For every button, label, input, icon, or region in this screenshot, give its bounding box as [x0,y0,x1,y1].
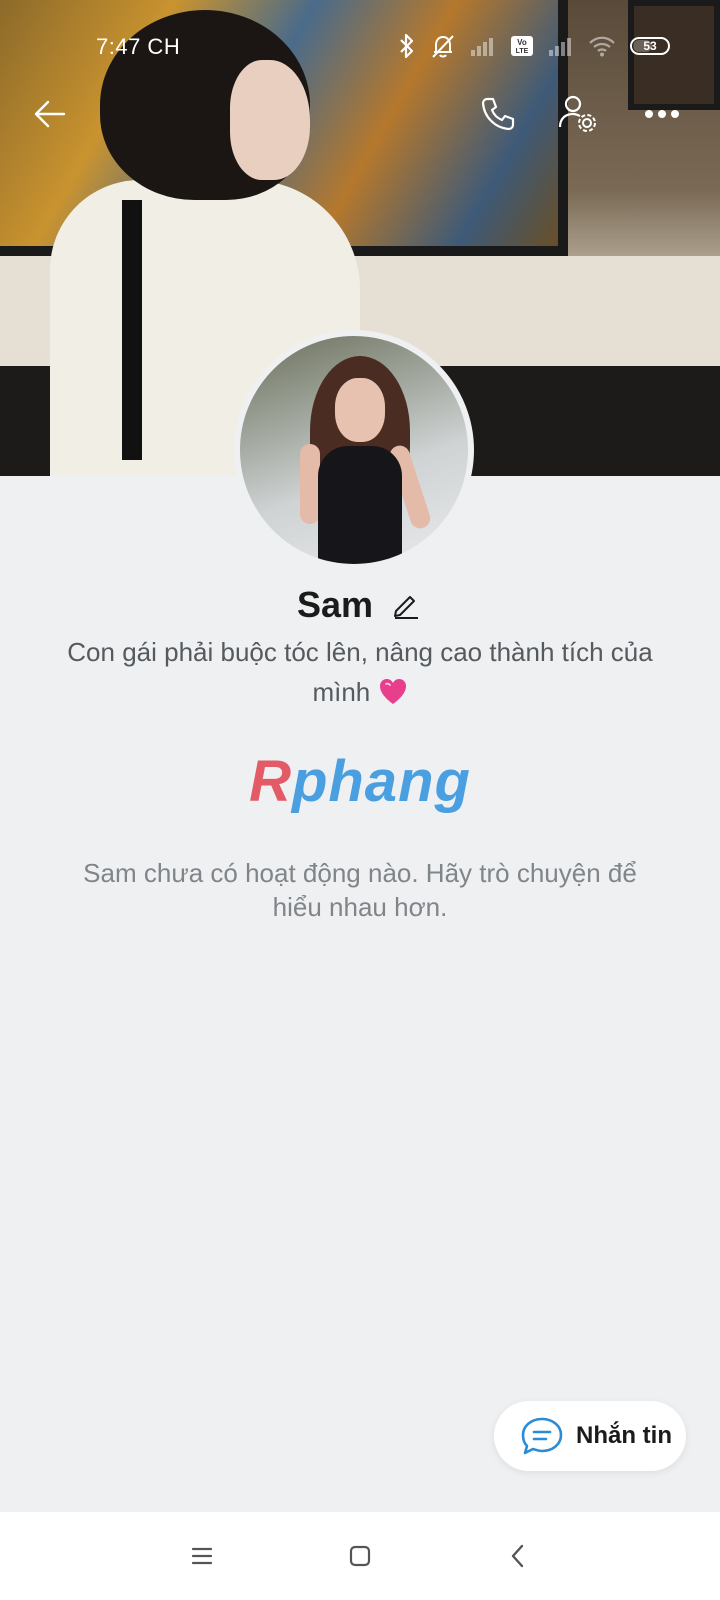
message-button[interactable]: Nhắn tin [494,1401,686,1471]
back-chevron-icon [511,1544,524,1568]
profile-settings-button[interactable] [550,86,606,142]
menu-icon [191,1547,213,1565]
system-back-button[interactable] [490,1532,546,1580]
message-button-label: Nhắn tin [576,1422,672,1449]
profile-top-bar [0,86,720,142]
profile-bio-text: Con gái phải buộc tóc lên, nâng cao thàn… [67,637,653,707]
pencil-icon [394,596,419,619]
watermark-rest: phang [291,749,471,814]
call-button[interactable] [470,86,526,142]
battery-level: 53 [643,39,657,53]
svg-text:Vo: Vo [517,38,527,47]
wifi-icon [588,35,616,57]
avatar-arm-left [300,444,320,524]
chat-bubble-icon [521,1417,563,1455]
empty-activity-message: Sam chưa có hoạt động nào. Hãy trò chuyệ… [83,858,637,922]
status-icons: Vo LTE 53 [398,32,670,60]
status-time: 7:47 CH [96,34,181,59]
status-bar: 7:47 CH Vo LTE 53 [0,0,720,90]
watermark-first-letter: R [249,749,292,814]
avatar[interactable] [234,330,474,570]
profile-bio: Con gái phải buộc tóc lên, nâng cao thàn… [50,632,670,712]
arrow-left-icon [34,100,66,128]
recent-apps-button[interactable] [174,1532,230,1580]
bell-off-icon [430,33,456,59]
signal-icon [470,36,496,56]
phone-icon [481,97,515,131]
system-nav-bar [0,1512,720,1600]
watermark-logo: Rphang [0,748,720,815]
more-icon [645,110,679,118]
heart-emoji-icon [379,679,406,704]
more-button[interactable] [634,86,690,142]
cover-bag-strap [122,200,142,460]
bluetooth-icon [398,33,416,59]
avatar-dress [318,446,402,564]
edit-name-button[interactable] [389,588,423,622]
svg-text:LTE: LTE [516,48,529,55]
home-button[interactable] [332,1532,388,1580]
signal-icon-2 [548,36,574,56]
profile-name: Sam [296,584,374,625]
volte-icon: Vo LTE [510,35,534,57]
profile-name-row: Sam [0,580,720,630]
home-square-icon [349,1545,371,1567]
user-settings-icon [558,95,596,132]
battery-icon: 53 [630,37,670,55]
avatar-face [335,378,385,442]
back-button[interactable] [22,86,78,142]
